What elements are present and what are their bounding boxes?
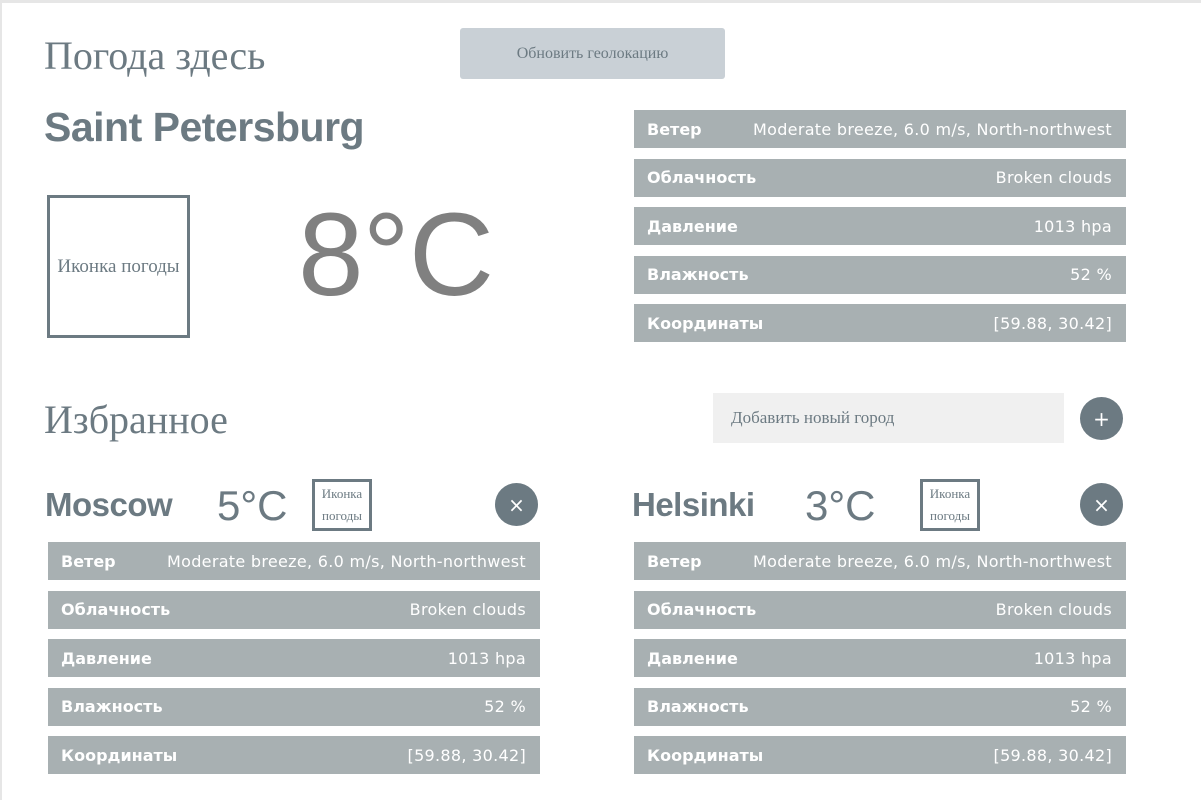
detail-label: Ветер [61,551,116,571]
detail-value: 1013 hpa [447,648,526,668]
detail-row-wind: Ветер Moderate breeze, 6.0 m/s, North-no… [48,542,540,580]
detail-label: Давление [61,648,152,668]
favorite-city-name: Helsinki [632,486,755,523]
detail-row-clouds: Облачность Broken clouds [48,590,540,629]
detail-label: Давление [647,216,738,236]
detail-label: Влажность [647,697,749,716]
page-title: Погода здесь [44,33,266,78]
detail-value: 52 % [484,697,526,716]
detail-row-coordinates: Координаты [59.88, 30.42] [634,304,1126,342]
detail-row-clouds: Облачность Broken clouds [634,158,1126,197]
current-temperature: 8°C [298,189,494,321]
weather-icon-label: Иконка погоды [321,486,363,523]
detail-label: Облачность [61,600,171,619]
detail-value: Broken clouds [409,600,526,619]
detail-row-wind: Ветер Moderate breeze, 6.0 m/s, North-no… [634,542,1126,580]
detail-row-wind: Ветер Moderate breeze, 6.0 m/s, North-no… [634,110,1126,148]
detail-value: Broken clouds [995,168,1112,187]
favorites-title: Избранное [44,397,228,442]
favorite-city-details: Ветер Moderate breeze, 6.0 m/s, North-no… [634,542,1126,785]
close-icon: × [1093,492,1110,517]
detail-row-pressure: Давление 1013 hpa [634,207,1126,245]
detail-row-coordinates: Координаты [59.88, 30.42] [634,736,1126,774]
detail-row-humidity: Влажность 52 % [634,687,1126,726]
detail-label: Координаты [61,745,178,765]
detail-value: 52 % [1070,265,1112,284]
left-border [0,0,2,800]
top-border [0,0,1201,3]
detail-label: Влажность [61,697,163,716]
favorite-city-temperature: 3°C [805,482,876,529]
detail-label: Ветер [647,119,702,139]
remove-city-button[interactable]: × [1080,483,1123,526]
current-details: Ветер Moderate breeze, 6.0 m/s, North-no… [634,110,1126,353]
detail-value: 1013 hpa [1033,216,1112,236]
detail-label: Координаты [647,313,764,333]
weather-icon-label: Иконка погоды [57,255,180,277]
weather-icon: Иконка погоды [312,479,372,531]
detail-value: 1013 hpa [1033,648,1112,668]
detail-value: [59.88, 30.42] [407,745,526,765]
favorite-city-name: Moscow [45,486,173,523]
favorite-city-temperature: 5°C [217,482,288,529]
weather-icon: Иконка погоды [920,479,980,531]
detail-value: 52 % [1070,697,1112,716]
detail-label: Влажность [647,265,749,284]
detail-row-coordinates: Координаты [59.88, 30.42] [48,736,540,774]
weather-icon: Иконка погоды [47,195,190,338]
detail-label: Облачность [647,600,757,619]
add-city-button[interactable]: + [1080,397,1123,440]
add-city-input[interactable] [713,393,1064,443]
detail-row-humidity: Влажность 52 % [48,687,540,726]
detail-value: [59.88, 30.42] [993,745,1112,765]
plus-icon: + [1093,406,1110,431]
detail-label: Ветер [647,551,702,571]
detail-value: Moderate breeze, 6.0 m/s, North-northwes… [753,119,1112,139]
update-geolocation-button[interactable]: Обновить геолокацию [460,28,725,79]
detail-label: Облачность [647,168,757,187]
current-city-name: Saint Petersburg [44,104,365,150]
detail-row-humidity: Влажность 52 % [634,255,1126,294]
detail-row-pressure: Давление 1013 hpa [48,639,540,677]
detail-value: Moderate breeze, 6.0 m/s, North-northwes… [753,551,1112,571]
detail-value: Broken clouds [995,600,1112,619]
detail-value: [59.88, 30.42] [993,313,1112,333]
weather-icon-label: Иконка погоды [929,486,971,523]
close-icon: × [508,492,525,517]
detail-row-clouds: Облачность Broken clouds [634,590,1126,629]
detail-label: Координаты [647,745,764,765]
detail-row-pressure: Давление 1013 hpa [634,639,1126,677]
remove-city-button[interactable]: × [495,483,538,526]
detail-value: Moderate breeze, 6.0 m/s, North-northwes… [167,551,526,571]
favorite-city-details: Ветер Moderate breeze, 6.0 m/s, North-no… [48,542,540,785]
detail-label: Давление [647,648,738,668]
